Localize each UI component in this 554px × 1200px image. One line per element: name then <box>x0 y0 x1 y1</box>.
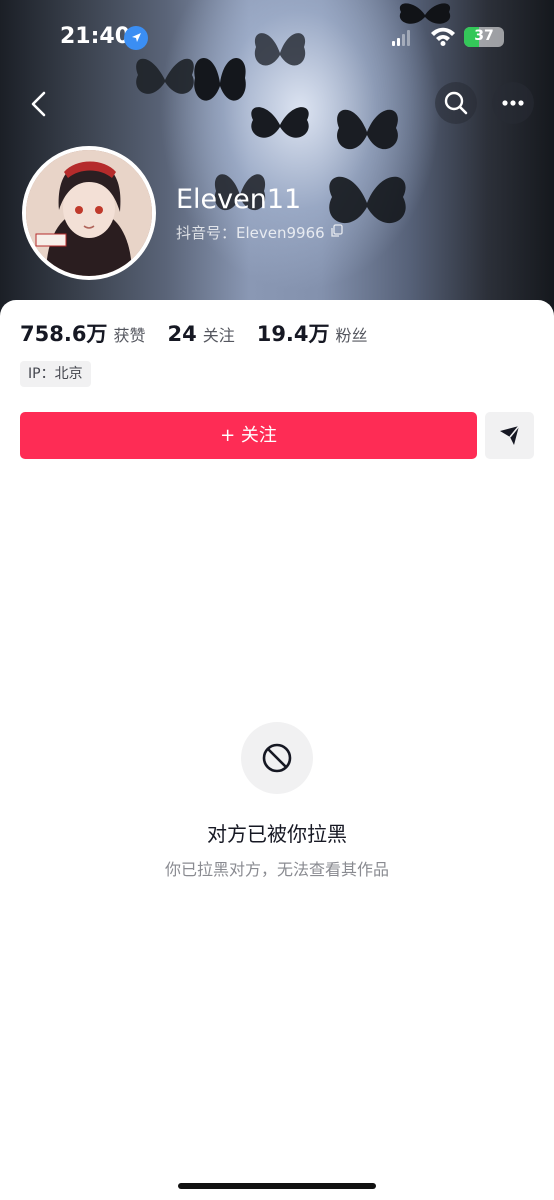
butterfly-decoration <box>194 58 246 101</box>
followers-count[interactable]: 19.4万 <box>257 318 330 348</box>
more-button[interactable] <box>492 82 534 124</box>
battery-icon: 37 <box>464 27 504 47</box>
block-icon-container <box>241 722 313 794</box>
more-icon <box>502 100 524 106</box>
followers-label[interactable]: 粉丝 <box>336 322 368 346</box>
avatar[interactable] <box>22 146 156 280</box>
cellular-signal-icon <box>392 30 410 46</box>
likes-label: 获赞 <box>113 326 146 345</box>
profile-username: Eleven11 <box>176 184 302 215</box>
search-button[interactable] <box>435 82 477 124</box>
send-message-icon <box>500 425 520 445</box>
profile-banner: 21:40 37 Eleven11 抖音号：Eleven9966 <box>0 0 554 320</box>
status-time: 21:40 <box>60 24 131 49</box>
butterfly-decoration <box>251 107 309 138</box>
copy-icon[interactable] <box>330 224 344 238</box>
ip-location-badge: IP：北京 <box>20 361 91 387</box>
following-count[interactable]: 24 <box>167 322 196 346</box>
profile-douyin-id: 抖音号：Eleven9966 <box>176 224 325 242</box>
blocked-subtitle: 你已拉黑对方，无法查看其作品 <box>164 860 389 879</box>
following-label[interactable]: 关注 <box>203 322 235 346</box>
likes-count: 758.6万 <box>20 322 108 346</box>
follow-button[interactable]: + 关注 <box>20 412 477 459</box>
search-icon <box>444 91 468 115</box>
message-button[interactable] <box>485 412 534 459</box>
butterfly-decoration <box>254 33 306 66</box>
location-arrow-icon <box>124 26 148 50</box>
blocked-title: 对方已被你拉黑 <box>207 822 347 846</box>
butterfly-decoration <box>337 109 398 150</box>
wifi-icon <box>431 27 455 46</box>
battery-level: 37 <box>474 28 494 44</box>
home-indicator <box>178 1183 376 1189</box>
profile-stats: 758.6万 获赞 24 关注 19.4万 粉丝 <box>20 318 390 348</box>
block-icon <box>262 743 292 773</box>
back-arrow-icon[interactable] <box>24 88 56 120</box>
avatar-image <box>26 150 152 276</box>
